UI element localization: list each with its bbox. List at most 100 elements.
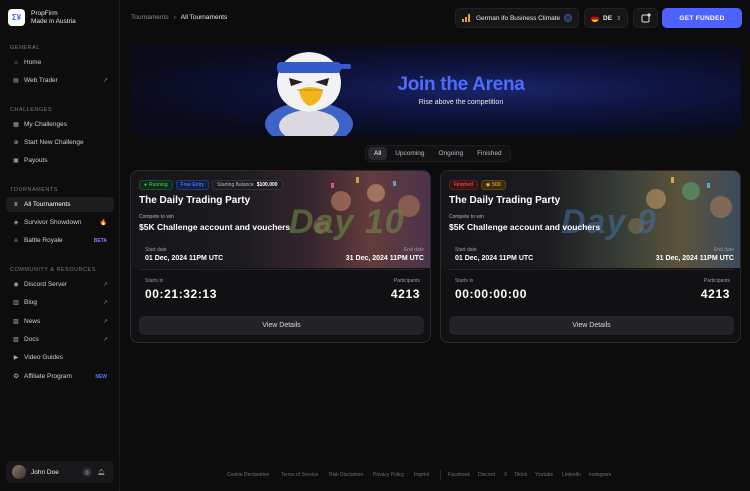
- card-title: The Daily Trading Party: [449, 195, 561, 206]
- sidebar-item-video-guides[interactable]: ▶ Video Guides: [6, 350, 114, 365]
- external-link-icon: ↗: [102, 300, 108, 306]
- countdown-label: Starts in: [455, 278, 474, 284]
- view-details-button[interactable]: View Details: [449, 316, 734, 335]
- compete-label: Compete to win: [449, 214, 484, 220]
- sidebar-item-payouts[interactable]: ▣ Payouts: [6, 153, 114, 168]
- filter-tabs: All Upcoming Ongoing Finished: [365, 145, 511, 162]
- entry-badge: Free Entry: [175, 180, 210, 190]
- start-date-label: Start date: [455, 247, 477, 253]
- end-date: End date 31 Dec, 2024 11PM UTC: [346, 247, 424, 262]
- notification-button[interactable]: [633, 8, 658, 28]
- section-challenges: CHALLENGES: [10, 107, 52, 113]
- sidebar-item-discord-server[interactable]: ◉ Discord Server ↗: [6, 277, 114, 292]
- tab-ongoing[interactable]: Ongoing: [433, 147, 470, 160]
- participants-label: Participants: [703, 278, 730, 284]
- beta-badge: BETA: [93, 237, 107, 244]
- sidebar-item-label: Affiliate Program: [24, 373, 72, 380]
- sidebar-item-home[interactable]: ⌂ Home: [6, 55, 114, 70]
- get-funded-button[interactable]: GET FUNDED: [662, 8, 742, 28]
- sidebar-item-label: Survivor Showdown: [24, 219, 82, 226]
- footer-divider: [440, 470, 441, 480]
- divider: [139, 269, 424, 270]
- day-art-text: Day 10: [289, 203, 405, 241]
- plus-circle-icon: ⊕: [13, 140, 19, 146]
- tab-upcoming[interactable]: Upcoming: [389, 147, 430, 160]
- sidebar-item-survivor-showdown[interactable]: ◈ Survivor Showdown 🔥: [6, 215, 114, 230]
- participants-count: 4213: [390, 287, 420, 301]
- brand-name: PropFirm Made in Austria: [31, 10, 76, 25]
- sidebar-item-label: Docs: [24, 336, 39, 343]
- footer-link-instagram[interactable]: Instagram: [589, 472, 611, 478]
- view-details-button[interactable]: View Details: [139, 316, 424, 335]
- footer-link-x[interactable]: X: [504, 472, 507, 478]
- terminal-icon: ▤: [13, 78, 19, 84]
- status-badge: ● Running: [139, 180, 173, 190]
- breadcrumb-separator: ›: [173, 14, 176, 21]
- footer: Cookie Declaration Terms of Service Risk…: [0, 472, 750, 480]
- footer-link-privacy[interactable]: Privacy Policy: [373, 472, 404, 478]
- affiliate-icon: ✪: [13, 374, 19, 380]
- sidebar-item-all-tournaments[interactable]: ♛ All Tournaments: [6, 197, 114, 212]
- tournament-card[interactable]: Day 9 Finished ◉ 500 The Daily Trading Pa…: [440, 170, 741, 343]
- card-badges: ● Running Free Entry Starting Balance $100…: [139, 180, 283, 190]
- tab-all[interactable]: All: [368, 147, 388, 160]
- app-window: Σ¥ PropFirm Made in Austria GENERAL ⌂ Ho…: [0, 0, 750, 491]
- fee-value: 500: [492, 182, 501, 188]
- sidebar-item-web-trader[interactable]: ▤ Web Trader ↗: [6, 73, 114, 88]
- sidebar-item-affiliate-program[interactable]: ✪ Affiliate Program NEW: [6, 369, 114, 384]
- tournament-card[interactable]: Day 10 ● Running Free Entry Starting Bala…: [130, 170, 431, 343]
- sidebar-item-label: Start New Challenge: [24, 139, 84, 146]
- start-date: Start date 01 Dec, 2024 11PM UTC: [455, 247, 533, 262]
- footer-link-imprint[interactable]: Imprint: [414, 472, 429, 478]
- footer-link-terms[interactable]: Terms of Service: [281, 472, 318, 478]
- footer-link-tiktok[interactable]: Tiktok: [514, 472, 527, 478]
- start-date-value: 01 Dec, 2024 11PM UTC: [455, 255, 534, 262]
- sidebar-item-label: My Challenges: [24, 121, 67, 128]
- breadcrumb-parent[interactable]: Tournaments: [131, 14, 169, 21]
- tab-finished[interactable]: Finished: [471, 147, 508, 160]
- sidebar-item-my-challenges[interactable]: ▦ My Challenges: [6, 117, 114, 132]
- breadcrumb: Tournaments › All Tournaments: [131, 14, 227, 21]
- card-badges: Finished ◉ 500: [449, 180, 506, 190]
- card-title: The Daily Trading Party: [139, 195, 251, 206]
- balance-value: $100.000: [256, 182, 278, 188]
- end-date-value: 31 Dec, 2024 11PM UTC: [655, 255, 734, 262]
- sidebar-item-label: Web Trader: [24, 77, 58, 84]
- participants-count: 4213: [700, 287, 730, 301]
- footer-link-linkedin[interactable]: LinkedIn: [562, 472, 581, 478]
- external-link-icon: ↗: [102, 282, 108, 288]
- sidebar-item-label: Video Guides: [24, 354, 63, 361]
- video-icon: ▶: [13, 355, 19, 361]
- sidebar-item-docs[interactable]: ▧ Docs ↗: [6, 332, 114, 347]
- sidebar-item-label: Discord Server: [24, 281, 67, 288]
- card-cover-image: Day 9 Finished ◉ 500 The Daily Trading Pa…: [441, 171, 740, 268]
- footer-link-cookie[interactable]: Cookie Declaration: [227, 472, 269, 478]
- end-date-value: 31 Dec, 2024 11PM UTC: [345, 255, 424, 262]
- brand[interactable]: Σ¥ PropFirm Made in Austria: [8, 9, 76, 26]
- start-date-label: Start date: [145, 247, 167, 253]
- language-select[interactable]: DE ⇕: [584, 8, 628, 28]
- fee-badge: ◉ 500: [480, 180, 506, 190]
- footer-link-youtube[interactable]: Youtube: [535, 472, 553, 478]
- new-badge: NEW: [95, 373, 107, 380]
- economic-ticker[interactable]: German ifo Business Climate: [455, 8, 579, 28]
- footer-link-risk[interactable]: Risk Disclaimer: [329, 472, 363, 478]
- sidebar-item-start-new-challenge[interactable]: ⊕ Start New Challenge: [6, 135, 114, 150]
- hero-title: Join the Arena: [397, 74, 525, 95]
- sidebar-item-news[interactable]: ▨ News ↗: [6, 314, 114, 329]
- prize-text: $5K Challenge account and vouchers: [139, 222, 291, 232]
- footer-link-facebook[interactable]: Facebook: [448, 472, 470, 478]
- sidebar-item-battle-royale[interactable]: ⚔ Battle Royale BETA: [6, 233, 114, 248]
- list-icon: ▦: [13, 122, 19, 128]
- sidebar-item-label: Home: [24, 59, 42, 66]
- flag-de-icon: [591, 14, 599, 22]
- footer-link-discord[interactable]: Discord: [478, 472, 495, 478]
- blog-icon: ▥: [13, 300, 19, 306]
- compete-label: Compete to win: [139, 214, 174, 220]
- sidebar-item-blog[interactable]: ▥ Blog ↗: [6, 295, 114, 310]
- participants-label: Participants: [393, 278, 420, 284]
- discord-icon: ◉: [13, 282, 19, 288]
- breadcrumb-current: All Tournaments: [180, 14, 228, 21]
- external-link-icon: ↗: [102, 337, 108, 343]
- status-badge: Finished: [449, 180, 478, 190]
